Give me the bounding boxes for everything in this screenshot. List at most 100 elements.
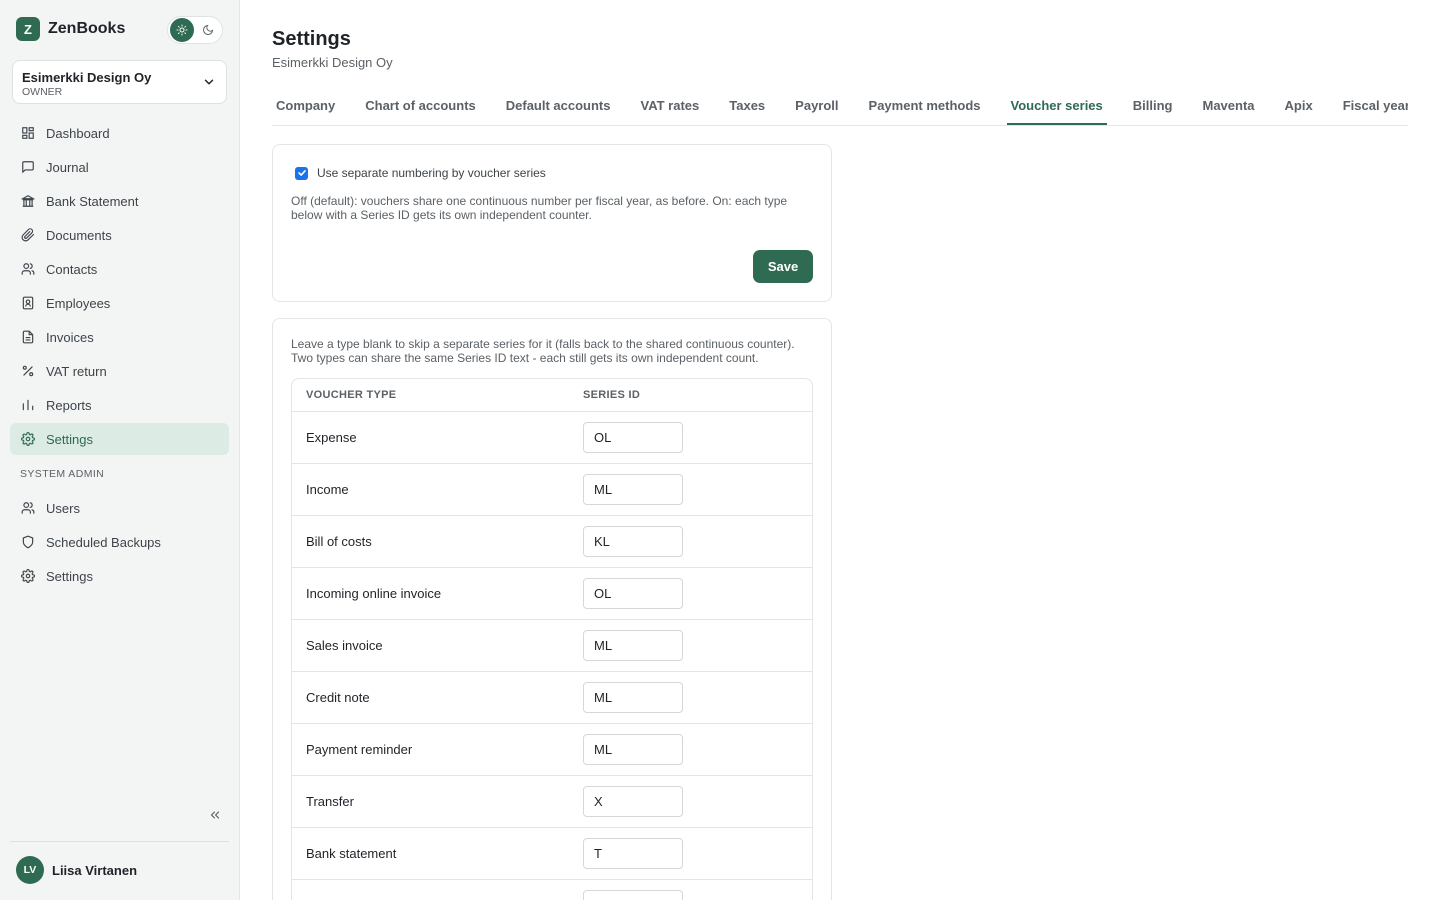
brand[interactable]: Z ZenBooks <box>16 17 125 41</box>
bar-chart-icon <box>22 399 34 411</box>
numbering-card: Use separate numbering by voucher series… <box>272 144 832 302</box>
tab-payroll[interactable]: Payroll <box>791 88 842 125</box>
sidebar: Z ZenBooks Esimerkki Design Oy OWNER Das… <box>0 0 240 900</box>
users-icon <box>21 263 35 275</box>
table-row: Transfer X <box>292 776 812 828</box>
series-id-input[interactable]: ML <box>583 682 683 713</box>
tab-maventa[interactable]: Maventa <box>1199 88 1259 125</box>
id-badge-icon <box>22 296 34 310</box>
collapse-sidebar-button[interactable] <box>206 806 224 824</box>
sidebar-item-documents[interactable]: Documents <box>10 219 229 251</box>
sidebar-item-label: Invoices <box>46 329 94 345</box>
series-id-input[interactable]: OL <box>583 578 683 609</box>
series-id-input[interactable]: ML <box>583 630 683 661</box>
tab-taxes[interactable]: Taxes <box>725 88 769 125</box>
tab-chart-of-accounts[interactable]: Chart of accounts <box>361 88 480 125</box>
sidebar-item-label: Reports <box>46 397 92 413</box>
voucher-type-label: Bank statement <box>306 846 397 861</box>
separate-numbering-checkbox[interactable] <box>295 166 308 180</box>
company-switcher[interactable]: Esimerkki Design Oy OWNER <box>12 60 227 104</box>
file-icon <box>22 330 34 344</box>
column-voucher-type: VOUCHER TYPE <box>306 389 397 401</box>
table-row: Expense OL <box>292 412 812 464</box>
save-button[interactable]: Save <box>753 250 813 283</box>
voucher-type-label: Incoming online invoice <box>306 586 442 601</box>
tab-vat-rates[interactable]: VAT rates <box>637 88 704 125</box>
sidebar-item-employees[interactable]: Employees <box>10 287 229 319</box>
sidebar-item-scheduled-backups[interactable]: Scheduled Backups <box>10 526 229 558</box>
sidebar-item-label: Journal <box>46 159 89 175</box>
sidebar-item-contacts[interactable]: Contacts <box>10 253 229 285</box>
light-theme-button[interactable] <box>170 18 194 42</box>
percent-icon <box>22 365 34 377</box>
voucher-series-table: VOUCHER TYPE SERIES ID Expense OL Income… <box>291 378 813 900</box>
sidebar-item-label: Contacts <box>46 261 98 277</box>
tab-default-accounts[interactable]: Default accounts <box>502 88 615 125</box>
chevron-down-icon <box>204 79 214 85</box>
tab-fiscal-year[interactable]: Fiscal year <box>1339 88 1408 125</box>
sidebar-item-journal[interactable]: Journal <box>10 151 229 183</box>
table-row: Income ML <box>292 464 812 516</box>
sidebar-item-label: Users <box>46 500 80 516</box>
theme-toggle[interactable] <box>167 16 223 44</box>
voucher-type-label: Expense <box>306 430 357 445</box>
chevrons-left-icon <box>210 811 220 819</box>
sidebar-item-label: Settings <box>46 431 93 447</box>
separate-numbering-option[interactable]: Use separate numbering by voucher series <box>295 166 546 180</box>
sidebar-item-admin-settings[interactable]: Settings <box>10 560 229 592</box>
voucher-type-label: Payment reminder <box>306 742 413 757</box>
sidebar-item-settings[interactable]: Settings <box>10 423 229 455</box>
voucher-type-label: Sales invoice <box>306 638 383 653</box>
dashboard-icon <box>22 127 34 139</box>
tab-company[interactable]: Company <box>272 88 339 125</box>
sidebar-item-label: Settings <box>46 568 93 584</box>
tab-apix[interactable]: Apix <box>1281 88 1317 125</box>
sidebar-item-bank-statement[interactable]: Bank Statement <box>10 185 229 217</box>
series-card: Leave a type blank to skip a separate se… <box>272 318 832 900</box>
bank-icon <box>21 195 35 207</box>
series-id-input[interactable]: ML <box>583 474 683 505</box>
gear-icon <box>21 432 35 446</box>
tab-payment-methods[interactable]: Payment methods <box>865 88 985 125</box>
sidebar-item-dashboard[interactable]: Dashboard <box>10 117 229 149</box>
users-icon <box>21 502 35 514</box>
tab-voucher-series[interactable]: Voucher series <box>1006 88 1107 125</box>
sidebar-item-reports[interactable]: Reports <box>10 389 229 421</box>
series-id-input[interactable]: T <box>583 838 683 869</box>
sidebar-item-users[interactable]: Users <box>10 492 229 524</box>
table-row: Sales invoice ML <box>292 620 812 672</box>
user-menu[interactable]: LV Liisa Virtanen <box>16 856 137 884</box>
table-header: VOUCHER TYPE SERIES ID <box>292 379 812 412</box>
sidebar-item-label: Bank Statement <box>46 193 139 209</box>
table-row: Incoming online invoice OL <box>292 568 812 620</box>
sidebar-item-invoices[interactable]: Invoices <box>10 321 229 353</box>
table-row <box>292 880 812 900</box>
page-title: Settings <box>272 28 351 50</box>
company-role: OWNER <box>22 86 63 98</box>
tab-billing[interactable]: Billing <box>1129 88 1177 125</box>
dark-theme-button[interactable] <box>196 18 220 42</box>
series-id-input[interactable]: KL <box>583 526 683 557</box>
check-icon <box>297 170 306 176</box>
voucher-type-label: Income <box>306 482 349 497</box>
series-id-input[interactable]: ML <box>583 734 683 765</box>
series-id-input[interactable] <box>583 890 683 900</box>
sidebar-item-label: Dashboard <box>46 125 110 141</box>
sidebar-nav: Dashboard Journal Bank Statement Documen… <box>10 117 229 594</box>
table-row: Bank statement T <box>292 828 812 880</box>
sidebar-item-vat-return[interactable]: VAT return <box>10 355 229 387</box>
series-id-input[interactable]: X <box>583 786 683 817</box>
settings-tabs: Company Chart of accounts Default accoun… <box>272 88 1408 126</box>
sidebar-divider <box>10 841 229 842</box>
main-content: Settings Esimerkki Design Oy Company Cha… <box>272 0 1408 900</box>
user-name: Liisa Virtanen <box>52 862 138 878</box>
voucher-type-label: Credit note <box>306 690 370 705</box>
sidebar-item-label: Scheduled Backups <box>46 534 161 550</box>
brand-name: ZenBooks <box>48 20 126 37</box>
company-name: Esimerkki Design Oy <box>22 70 152 85</box>
voucher-type-label: Transfer <box>306 794 354 809</box>
voucher-type-label: Bill of costs <box>306 534 372 549</box>
table-row: Credit note ML <box>292 672 812 724</box>
separate-numbering-label: Use separate numbering by voucher series <box>317 166 546 180</box>
series-id-input[interactable]: OL <box>583 422 683 453</box>
